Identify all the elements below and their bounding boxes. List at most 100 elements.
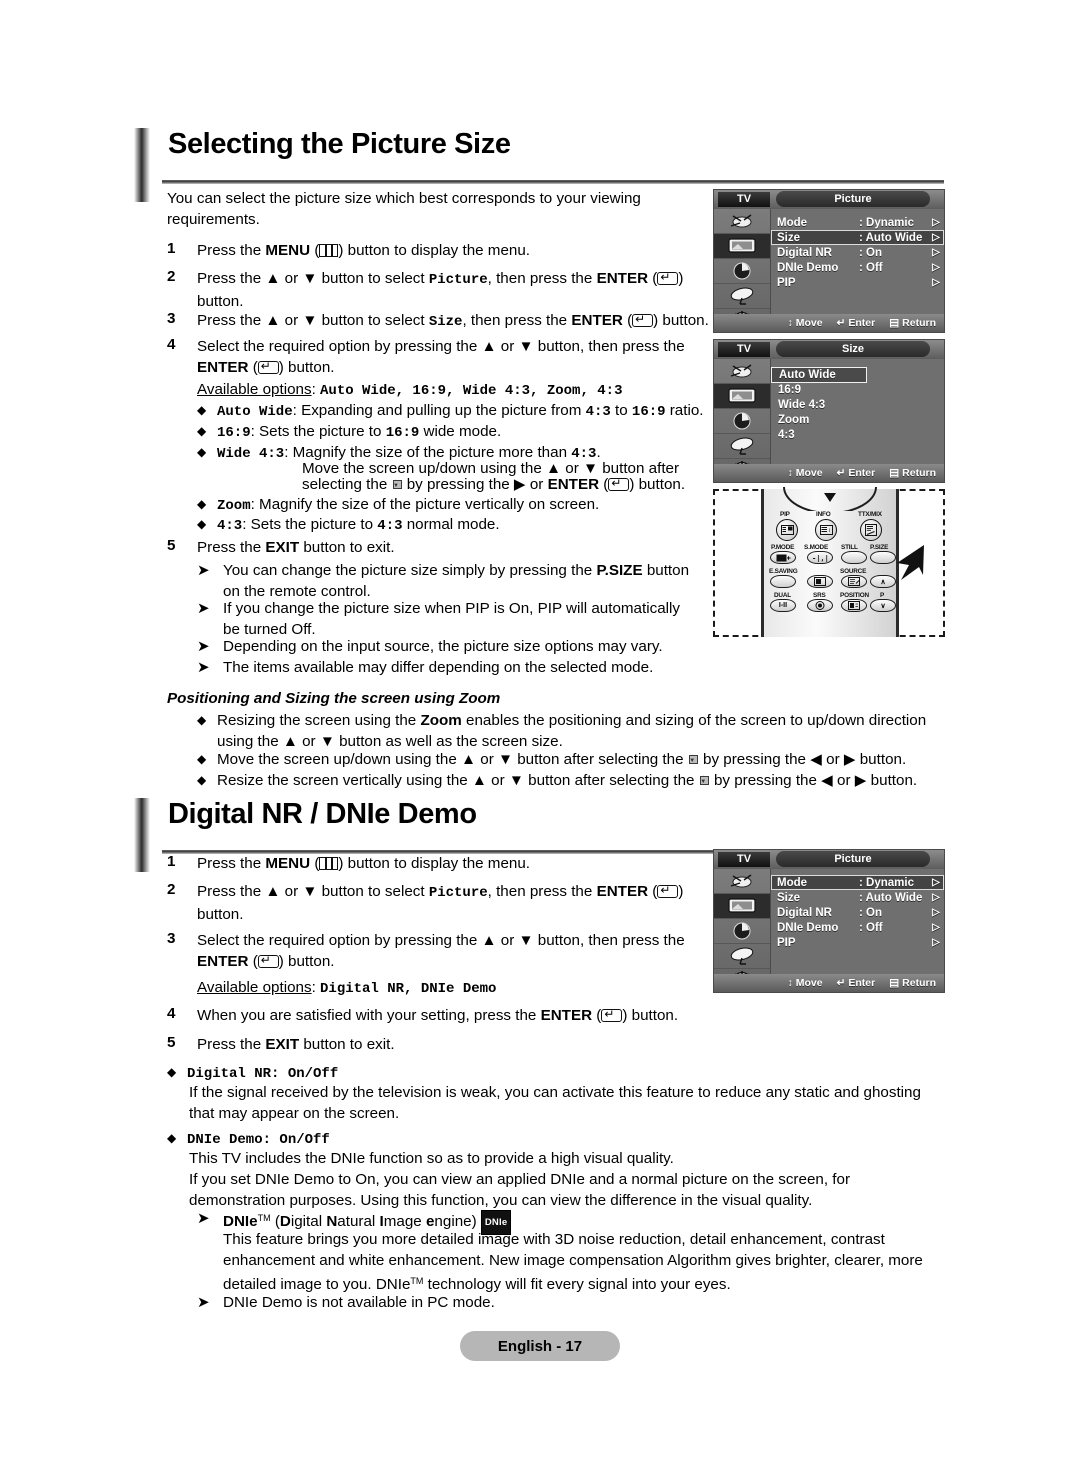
- remote-button-p-down: ∨: [870, 599, 896, 612]
- osd-tv-label: TV: [718, 852, 770, 867]
- step-text: Press the ▲ or ▼ button to select Pictur…: [197, 268, 697, 312]
- arrow-bullet-icon: ➤: [197, 562, 210, 579]
- osd-icon-input[interactable]: [714, 869, 770, 894]
- step-text: Press the ▲ or ▼ button to select Size, …: [197, 310, 709, 333]
- option-bullet-auto-wide: ◆ Auto Wide: Expanding and pulling up th…: [197, 400, 757, 423]
- osd-return: ▤ Return: [889, 467, 936, 479]
- osd-row-dnie-demo[interactable]: DNIe Demo: Off ▷: [771, 260, 944, 275]
- available-values: Auto Wide, 16:9, Wide 4:3, Zoom, 4:3: [320, 383, 623, 399]
- diamond-bullet-icon: ◆: [197, 445, 207, 459]
- option-bullet-4-3: ◆ 4:3: Sets the picture to 4:3 normal mo…: [197, 514, 757, 537]
- updown-icon: ↕: [787, 317, 793, 329]
- osd-row-mode[interactable]: Mode: Dynamic ▷: [771, 215, 944, 230]
- remote-label-smode: S.MODE: [804, 544, 829, 551]
- section1-step-5: 5 Press the EXIT button to exit.: [167, 537, 687, 558]
- section1-step-4: 4 Select the required option by pressing…: [167, 336, 687, 378]
- osd-icon-input[interactable]: [714, 359, 770, 384]
- chevron-right-icon: ▷: [932, 232, 940, 243]
- diamond-bullet-icon: ◆: [167, 1065, 177, 1079]
- osd-icon-sound[interactable]: [714, 919, 770, 944]
- remote-label-source: SOURCE: [840, 568, 867, 575]
- enter-key-icon: ↵: [836, 317, 846, 329]
- step-text: When you are satisfied with your setting…: [197, 1005, 678, 1026]
- enter-key-icon: ↵: [836, 467, 846, 479]
- step-text: Select the required option by pressing t…: [197, 930, 687, 972]
- osd-option-4-3[interactable]: 4:3: [771, 428, 944, 443]
- section1-title: Selecting the Picture Size: [168, 128, 511, 160]
- remote-button-pip: [776, 519, 798, 541]
- osd-icon-sound[interactable]: [714, 259, 770, 284]
- osd-tv-label: TV: [718, 192, 770, 207]
- pointer-arrow-icon: [897, 545, 924, 580]
- step-number: 4: [167, 336, 176, 353]
- updown-icon: ↕: [787, 467, 793, 479]
- remote-button-srs: [807, 599, 833, 612]
- chevron-right-icon: ▷: [932, 262, 940, 273]
- osd-move: ↕ Move: [787, 977, 823, 989]
- osd-row-pip[interactable]: PIP ▷: [771, 935, 944, 950]
- enter-icon: [657, 884, 679, 898]
- osd-row-size[interactable]: Size: Auto Wide ▷: [771, 890, 944, 905]
- remote-button-info: i: [815, 519, 837, 541]
- enter-icon: [608, 477, 630, 491]
- osd-row-mode[interactable]: Mode: Dynamic ▷: [771, 875, 944, 890]
- diamond-bullet-icon: ◆: [197, 424, 207, 438]
- osd-size-menu[interactable]: TV Size Auto Wide 16:9 Wide 4:3 Zoom 4:3…: [713, 339, 945, 483]
- osd-picture-menu-top[interactable]: TV Picture Mode: Dynamic ▷ Size: Auto W…: [713, 189, 945, 333]
- enter-icon: [601, 1008, 623, 1022]
- section-selecting-picture-size: Selecting the Picture Size: [134, 128, 944, 202]
- pc-mode-note: ➤ DNIe Demo is not available in PC mode.: [197, 1294, 495, 1311]
- osd-icon-input[interactable]: [714, 209, 770, 234]
- enter-icon: [257, 360, 279, 374]
- chevron-right-icon: ▷: [932, 922, 940, 933]
- chevron-right-icon: ▷: [932, 277, 940, 288]
- osd-row-size[interactable]: Size: Auto Wide ▷: [771, 230, 944, 245]
- available-label: Available options: [197, 381, 312, 398]
- remote-label-ttxmix: TTX/MIX: [858, 511, 882, 518]
- osd-icon-picture[interactable]: [714, 384, 770, 409]
- step-number: 2: [167, 881, 176, 898]
- remote-label-info: INFO: [816, 511, 831, 518]
- page-footer-label: English - 17: [460, 1331, 620, 1361]
- section2-step-3: 3 Select the required option by pressing…: [167, 930, 687, 972]
- osd-row-digital-nr[interactable]: Digital NR: On ▷: [771, 245, 944, 260]
- topic-dnie-demo-line1: This TV includes the DNIe function so as…: [189, 1150, 674, 1167]
- osd-row-pip[interactable]: PIP ▷: [771, 275, 944, 290]
- option-bullet-16-9: ◆ 16:9: Sets the picture to 16:9 wide mo…: [197, 421, 757, 444]
- section1-step-2: 2 Press the ▲ or ▼ button to select Pict…: [167, 268, 697, 312]
- osd-move: ↕ Move: [787, 467, 823, 479]
- osd-option-16-9[interactable]: 16:9: [771, 383, 944, 398]
- diamond-bullet-icon: ◆: [197, 713, 207, 727]
- menu-key-icon: ▤: [889, 467, 900, 479]
- osd-row-dnie-demo[interactable]: DNIe Demo: Off ▷: [771, 920, 944, 935]
- section2-step-4: 4 When you are satisfied with your setti…: [167, 1005, 727, 1026]
- available-label: Available options: [197, 979, 312, 996]
- osd-row-digital-nr[interactable]: Digital NR: On ▷: [771, 905, 944, 920]
- osd-icon-channel[interactable]: [714, 944, 770, 969]
- osd-option-zoom[interactable]: Zoom: [771, 413, 944, 428]
- updown-icon: ↕: [787, 977, 793, 989]
- remote-button-ttxmix: [860, 519, 882, 541]
- osd-enter: ↵ Enter: [836, 317, 876, 329]
- note-pip: ➤ If you change the picture size when PI…: [197, 600, 680, 638]
- osd-title: Picture: [776, 191, 930, 207]
- wide43-extra-line2: selecting the by pressing the ▶ or ENTER…: [302, 472, 732, 497]
- osd-picture-menu-bottom[interactable]: TV Picture Mode: Dynamic ▷ Size: Auto W…: [713, 849, 945, 993]
- step-number: 5: [167, 537, 176, 554]
- osd-icon-channel[interactable]: [714, 434, 770, 459]
- step-number: 4: [167, 1005, 176, 1022]
- osd-footer: ↕ Move ↵ Enter ▤ Return: [714, 314, 944, 332]
- osd-option-auto-wide[interactable]: Auto Wide: [771, 365, 944, 383]
- section2-step-2: 2 Press the ▲ or ▼ button to select Pict…: [167, 881, 697, 925]
- osd-title: Size: [776, 341, 930, 357]
- note-psize: ➤ You can change the picture size simply…: [197, 562, 690, 600]
- osd-rows: Mode: Dynamic ▷ Size: Auto Wide ▷ Digital …: [771, 869, 944, 974]
- osd-icon-picture[interactable]: [714, 894, 770, 919]
- osd-icon-sound[interactable]: [714, 409, 770, 434]
- osd-rows: Mode: Dynamic ▷ Size: Auto Wide ▷ Digital …: [771, 209, 944, 314]
- osd-option-wide-4-3[interactable]: Wide 4:3: [771, 398, 944, 413]
- osd-icon-channel[interactable]: [714, 284, 770, 309]
- osd-icon-picture[interactable]: [714, 234, 770, 259]
- remote-button-pmode: [770, 551, 796, 564]
- diamond-bullet-icon: ◆: [167, 1131, 177, 1145]
